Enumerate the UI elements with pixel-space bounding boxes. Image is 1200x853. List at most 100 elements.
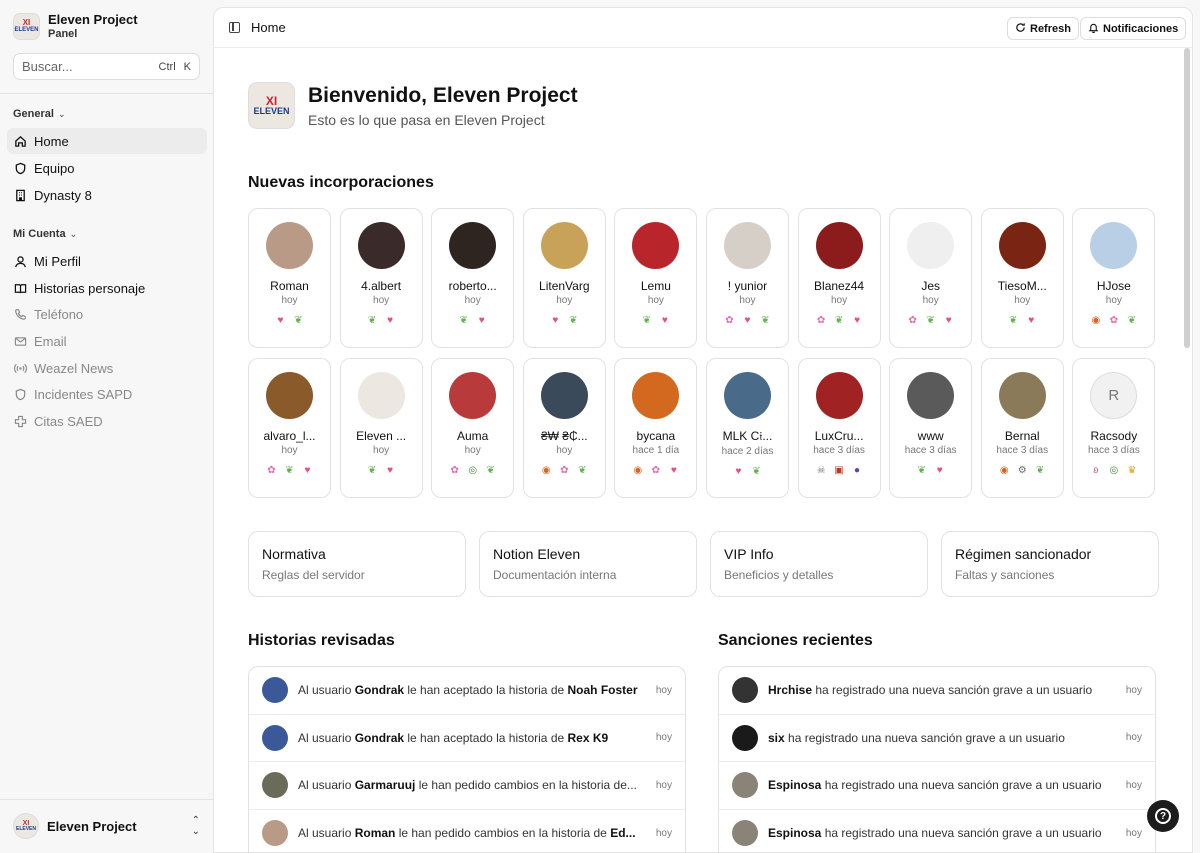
sanction-text: Espinosa ha registrado una nueva sanción… xyxy=(768,826,1102,841)
member-card[interactable]: Lemu hoy ❦ ♥ xyxy=(614,208,698,348)
avatar xyxy=(262,724,288,751)
bell-icon xyxy=(1088,22,1099,36)
group-account-label: Mi Cuenta xyxy=(13,228,66,240)
notifications-button[interactable]: Notificaciones xyxy=(1080,17,1187,40)
member-time: hoy xyxy=(373,295,390,306)
member-card[interactable]: MLK C𝔦... hace 2 días ♥ ❦ xyxy=(705,358,789,498)
bunny-badge-icon: ʚ xyxy=(1093,465,1099,476)
heart-badge-icon: ♥ xyxy=(735,466,742,477)
sidebar-item-historias[interactable]: Historias personaje xyxy=(7,275,207,301)
member-card[interactable]: TiesoM... hoy ❦ ♥ xyxy=(980,208,1064,348)
flower-badge-icon: ✿ xyxy=(816,315,826,326)
sidebar-item-weazel[interactable]: Weazel News xyxy=(7,355,207,381)
quick-link-card[interactable]: Régimen sancionador Faltas y sanciones xyxy=(941,531,1159,597)
story-row[interactable]: Al usuario Gondrak le han aceptado la hi… xyxy=(249,715,685,762)
sanction-row[interactable]: six ha registrado una nueva sanción grav… xyxy=(719,715,1155,762)
avatar xyxy=(732,772,758,799)
sidebar-item-home[interactable]: Home xyxy=(7,128,207,154)
sanction-row[interactable]: Espinosa ha registrado una nueva sanción… xyxy=(719,810,1155,853)
search-placeholder: Buscar... xyxy=(22,59,73,74)
leaf-badge-icon: ❦ xyxy=(642,315,652,326)
quick-link-title: Normativa xyxy=(262,546,326,562)
sidebar-item-dynasty[interactable]: Dynasty 8 xyxy=(7,182,207,208)
badges: ♥ ❦ xyxy=(547,313,581,329)
member-card[interactable]: R Racsody hace 3 días ʚ ◎ ♛ xyxy=(1072,358,1156,498)
group-general[interactable]: General ⌄ xyxy=(13,108,66,120)
group-account[interactable]: Mi Cuenta ⌄ xyxy=(13,228,77,240)
sanction-row[interactable]: Espinosa ha registrado una nueva sanción… xyxy=(719,762,1155,810)
leaf-badge-icon: ❦ xyxy=(1036,465,1045,476)
avatar xyxy=(262,820,288,847)
member-card[interactable]: bycana hace 1 día ◉ ✿ ♥ xyxy=(614,358,698,498)
member-card[interactable]: ! yunior hoy ✿ ♥ ❦ xyxy=(705,208,789,348)
kbd-k: K xyxy=(183,60,191,73)
avatar: R xyxy=(1090,372,1138,419)
badges: ʚ ◎ ♛ xyxy=(1088,463,1140,479)
avatar xyxy=(1090,222,1138,269)
quick-link-subtitle: Documentación interna xyxy=(493,568,617,582)
story-row[interactable]: Al usuario Roman le han pedido cambios e… xyxy=(249,810,685,853)
member-time: hoy xyxy=(556,295,573,306)
badges: ❦ ♥ xyxy=(639,313,673,329)
badges: ☠ ▣ ● xyxy=(813,463,865,479)
member-card[interactable]: ₴₩ ₴₵... hoy ◉ ✿ ❦ xyxy=(522,358,606,498)
sanction-row[interactable]: Hrchise ha registrado una nueva sanción … xyxy=(719,667,1155,715)
story-row[interactable]: Al usuario Gondrak le han aceptado la hi… xyxy=(249,667,685,715)
search-input[interactable]: Buscar... Ctrl K xyxy=(13,53,200,80)
sidebar-item-email[interactable]: Email xyxy=(7,328,207,354)
member-name: Auma xyxy=(457,429,489,443)
quick-link-card[interactable]: VIP Info Beneficios y detalles xyxy=(710,531,928,597)
member-card[interactable]: Blanez44 hoy ✿ ❦ ♥ xyxy=(797,208,881,348)
member-card[interactable]: Roman hoy ♥ ❦ xyxy=(248,208,331,348)
leaf-badge-icon: ❦ xyxy=(285,465,294,476)
sidebar-toggle-icon[interactable] xyxy=(229,22,240,33)
story-text: Al usuario Garmaruuj le han pedido cambi… xyxy=(298,778,637,793)
member-card[interactable]: alvaro_l... hoy ✿ ❦ ♥ xyxy=(248,358,331,498)
sanction-time: hoy xyxy=(1125,827,1142,839)
member-card[interactable]: 4.albert hoy ❦ ♥ xyxy=(339,208,423,348)
sanction-text: Hrchise ha registrado una nueva sanción … xyxy=(768,683,1093,698)
member-time: hace 3 días xyxy=(813,445,865,456)
member-card[interactable]: Jes hoy ✿ ❦ ♥ xyxy=(889,208,973,348)
sidebar-item-telefono[interactable]: Teléfono xyxy=(7,301,207,327)
chevron-up-down-icon: ⌃ ⌄ xyxy=(191,815,200,837)
member-card[interactable]: LitenVarg hoy ♥ ❦ xyxy=(522,208,606,348)
avatar xyxy=(449,222,497,269)
badges: ♥ ❦ xyxy=(273,313,307,329)
member-time: hace 1 día xyxy=(632,445,680,456)
sidebar-item-saed[interactable]: Citas SAED xyxy=(7,408,207,434)
app-logo: XI ELEVEN xyxy=(13,12,40,40)
avatar xyxy=(732,820,758,847)
sidebar-item-sapd[interactable]: Incidentes SAPD xyxy=(7,381,207,407)
skull-badge-icon: ☠ xyxy=(816,465,826,476)
badges: ✿ ❦ ♥ xyxy=(905,313,957,329)
member-name: Jes xyxy=(921,279,940,293)
member-time: hoy xyxy=(647,295,664,306)
scrollbar[interactable] xyxy=(1184,48,1190,348)
member-card[interactable]: Auma hoy ✿ ◎ ❦ xyxy=(431,358,515,498)
leaf-badge-icon: ❦ xyxy=(1127,315,1137,326)
story-row[interactable]: Al usuario Garmaruuj le han pedido cambi… xyxy=(249,762,685,810)
quick-link-card[interactable]: Normativa Reglas del servidor xyxy=(248,531,466,597)
member-card[interactable]: www hace 3 días ❦ ♥ xyxy=(889,358,973,498)
sidebar-item-perfil[interactable]: Mi Perfil xyxy=(7,248,207,274)
user-menu[interactable]: XI ELEVEN Eleven Project ⌃ ⌄ xyxy=(13,813,200,839)
help-button[interactable]: ? xyxy=(1147,800,1179,832)
book-icon xyxy=(14,282,27,295)
sidebar-item-equipo[interactable]: Equipo xyxy=(7,155,207,181)
refresh-button[interactable]: Refresh xyxy=(1007,17,1079,40)
cross-icon xyxy=(14,415,27,428)
target-badge-icon: ◉ xyxy=(633,465,643,476)
leaf-badge-icon: ❦ xyxy=(761,315,770,326)
sanction-time: hoy xyxy=(1125,779,1142,791)
member-card[interactable]: roberto... hoy ❦ ♥ xyxy=(431,208,515,348)
quick-link-card[interactable]: Notion Eleven Documentación interna xyxy=(479,531,697,597)
app-brand[interactable]: XI ELEVEN Eleven Project Panel xyxy=(13,12,138,40)
member-card[interactable]: Bernal hace 3 días ◉ ⚙ ❦ xyxy=(980,358,1064,498)
member-card[interactable]: HJose hoy ◉ ✿ ❦ xyxy=(1072,208,1156,348)
leaf-badge-icon: ❦ xyxy=(294,315,303,326)
member-name: Racsody xyxy=(1090,429,1138,443)
member-card[interactable]: LuxCru... hace 3 días ☠ ▣ ● xyxy=(797,358,881,498)
member-time: hace 3 días xyxy=(1087,445,1140,456)
member-card[interactable]: Eleven ... hoy ❦ ♥ xyxy=(339,358,423,498)
